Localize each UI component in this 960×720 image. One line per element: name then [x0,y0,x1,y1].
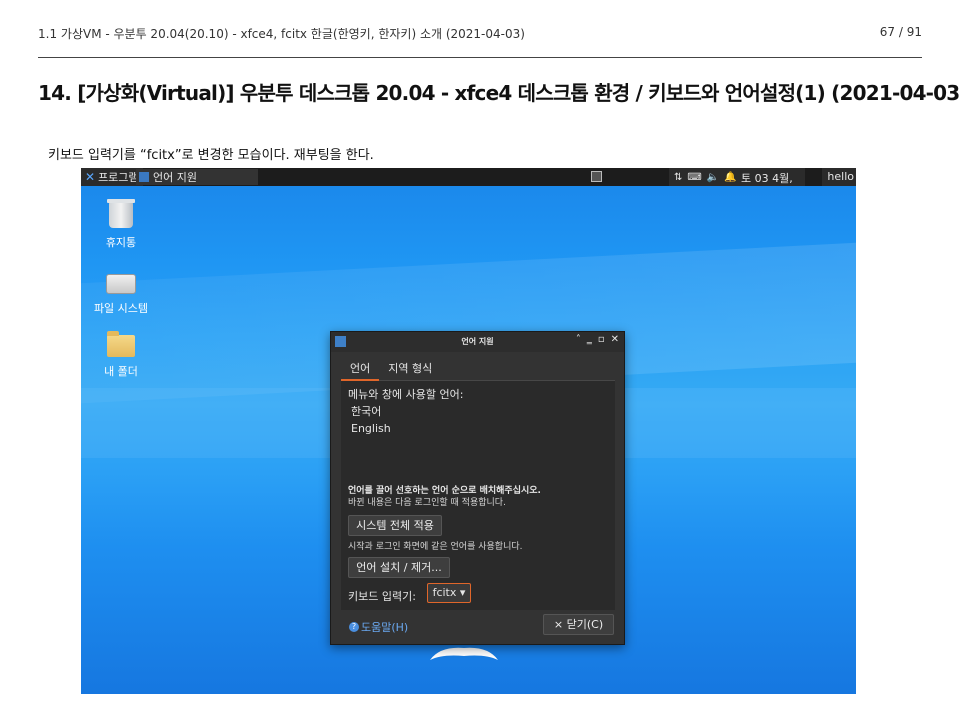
document-header: 1.1 가상VM - 우분투 20.04(20.10) - xfce4, fci… [38,25,922,45]
language-list: 한국어 English [351,403,609,438]
maximize-icon[interactable]: ▫ [598,334,605,345]
desktop-icon-filesystem[interactable]: 파일 시스템 [86,268,156,316]
menu-language-label: 메뉴와 창에 사용할 언어: [348,388,464,401]
close-button[interactable]: × 닫기(C) [543,614,614,635]
help-label: 도움말(H) [361,621,409,634]
applications-menu-button[interactable]: ✕ 프로그램 [81,168,143,186]
desktop-screenshot: ✕ 프로그램 언어 지원 ⇅ ⌨ 🔈 🔔 토 03 4월, hello 휴지통 … [81,168,856,694]
apply-system-wide-button[interactable]: 시스템 전체 적용 [348,515,442,536]
xfce-logo-icon: ✕ [85,170,96,184]
language-item-korean[interactable]: 한국어 [351,403,609,420]
document-header-title: 1.1 가상VM - 우분투 20.04(20.10) - xfce4, fci… [38,27,525,41]
header-divider [38,57,922,58]
dialog-titlebar[interactable]: 언어 지원 ˄ ‗ ▫ ✕ [331,332,624,352]
help-icon: ? [349,622,359,632]
help-button[interactable]: ? 도움말(H) [349,619,408,635]
panel-clock[interactable]: 토 03 4월, [741,170,793,186]
tab-regional-formats[interactable]: 지역 형식 [379,354,441,381]
language-support-icon [139,172,149,182]
network-icon[interactable]: ⇅ [674,172,682,183]
page-title: 14. [가상화(Virtual)] 우분투 데스크톱 20.04 - xfce… [38,81,960,105]
keyboard-input-method-label: 키보드 입력기: [348,590,416,603]
desktop-icon-label: 파일 시스템 [93,302,149,315]
page-number: 67 / 91 [879,25,922,39]
show-desktop-button[interactable] [591,171,602,182]
rollup-icon[interactable]: ˄ [576,334,581,345]
drive-icon [106,274,136,294]
apply-system-hint: 시작과 로그인 화면에 같은 언어를 사용합니다. [348,542,523,552]
keyboard-icon[interactable]: ⌨ [687,172,701,183]
language-tab-panel: 메뉴와 창에 사용할 언어: 한국어 English 언어를 끌어 선호하는 언… [341,381,615,610]
desktop-icon-label: 휴지통 [105,236,137,249]
volume-icon[interactable]: 🔈 [707,172,719,183]
language-support-dialog: 언어 지원 ˄ ‗ ▫ ✕ 언어 지역 형식 메뉴와 창에 사용할 언어: 한국… [330,331,625,645]
desktop-icon-label: 내 폴더 [104,365,138,378]
top-panel: ✕ 프로그램 언어 지원 ⇅ ⌨ 🔈 🔔 토 03 4월, hello [81,168,856,186]
desktop-icon-trash[interactable]: 휴지통 [86,199,156,250]
user-menu[interactable]: hello [822,168,856,186]
notification-bell-icon[interactable]: 🔔 [724,172,736,183]
install-remove-languages-button[interactable]: 언어 설치 / 제거... [348,557,450,578]
next-login-hint: 바뀐 내용은 다음 로그인할 때 적용합니다. [348,498,506,508]
taskbar-item-language-support[interactable]: 언어 지원 [136,169,258,185]
minimize-icon[interactable]: ‗ [587,334,592,345]
trash-icon [107,199,135,228]
tab-language[interactable]: 언어 [341,354,380,381]
taskbar-item-label: 언어 지원 [153,171,197,184]
keyboard-input-method-select[interactable]: fcitx ▾ [427,583,471,603]
desktop-icon-home[interactable]: 내 폴더 [86,331,156,379]
screenshot-caption: 키보드 입력기를 “fcitx”로 변경한 모습이다. 재부팅을 한다. [48,148,374,163]
applications-menu-label: 프로그램 [98,171,139,184]
home-folder-icon [107,331,135,357]
dialog-tabs: 언어 지역 형식 [341,354,615,381]
language-item-english[interactable]: English [351,420,609,437]
close-icon[interactable]: ✕ [611,334,619,345]
